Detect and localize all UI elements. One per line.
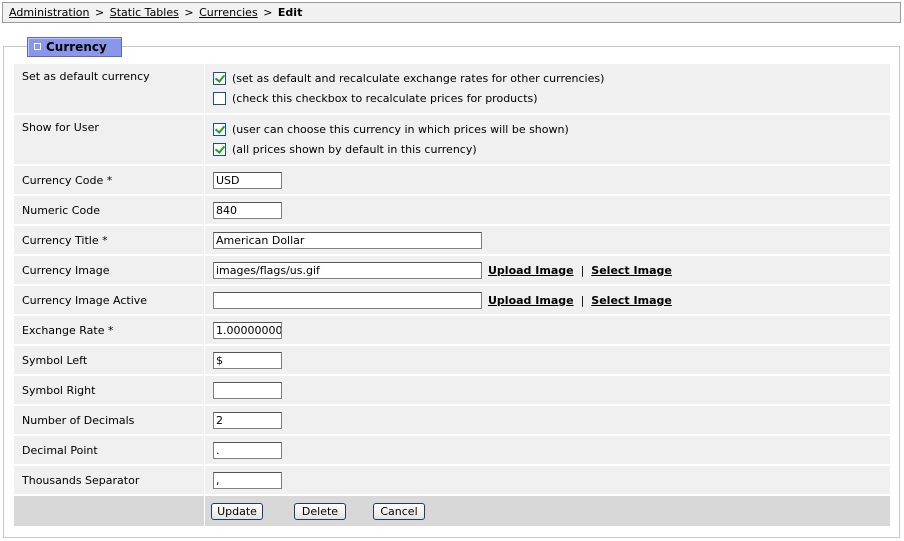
breadcrumb-separator: > [95,6,105,19]
update-button[interactable]: Update [211,503,263,520]
row-symbol-left: Symbol Left $ [14,346,890,374]
label-symbol-left: Symbol Left [14,346,204,374]
label-numeric-code: Numeric Code [14,196,204,224]
checkbox-set-default-text: (set as default and recalculate exchange… [232,72,605,85]
symbol-left-input[interactable]: $ [213,351,282,369]
checkbox-default-display-text: (all prices shown by default in this cur… [232,143,477,156]
label-exchange-rate: Exchange Rate * [14,316,204,344]
numeric-code-input[interactable]: 840 [213,201,282,219]
label-default-currency: Set as default currency [14,64,204,113]
upload-image-link[interactable]: Upload Image [488,264,574,277]
label-currency-image: Currency Image [14,256,204,284]
label-decimal-point: Decimal Point [14,436,204,464]
checkbox-default-display[interactable] [213,143,226,156]
row-symbol-right: Symbol Right [14,376,890,404]
upload-image-active-link[interactable]: Upload Image [488,294,574,307]
breadcrumb-current: Edit [277,6,303,19]
breadcrumb-separator: > [263,6,273,19]
checkbox-set-default[interactable] [213,72,226,85]
thousands-separator-input[interactable]: , [213,471,282,489]
row-decimal-point: Decimal Point . [14,436,890,464]
breadcrumb-currencies[interactable]: Currencies [199,6,258,19]
label-show-for-user: Show for User [14,115,204,164]
section-title: Currency [46,40,107,54]
currency-image-input[interactable]: images/flags/us.gif [213,261,482,279]
delete-button[interactable]: Delete [294,503,346,520]
select-image-active-link[interactable]: Select Image [591,294,672,307]
decimal-point-input[interactable]: . [213,441,282,459]
row-thousands-separator: Thousands Separator , [14,466,890,494]
checkbox-user-can-choose-text: (user can choose this currency in which … [232,123,569,136]
section-tab-currency: Currency [27,37,122,57]
symbol-right-input[interactable] [213,381,282,399]
label-number-of-decimals: Number of Decimals [14,406,204,434]
label-currency-code: Currency Code * [14,166,204,194]
row-currency-image: Currency Image images/flags/us.gif Uploa… [14,256,890,284]
row-currency-image-active: Currency Image Active Upload Image | Sel… [14,286,890,314]
row-currency-title: Currency Title * American Dollar [14,226,890,254]
breadcrumb-separator: > [184,6,194,19]
checkbox-user-can-choose[interactable] [213,123,226,136]
breadcrumb-administration[interactable]: Administration [9,6,90,19]
square-icon [34,43,41,50]
number-of-decimals-input[interactable]: 2 [213,411,282,429]
breadcrumb-static-tables[interactable]: Static Tables [110,6,179,19]
label-thousands-separator: Thousands Separator [14,466,204,494]
link-divider: | [580,293,585,307]
exchange-rate-input[interactable]: 1.00000000 [213,321,282,339]
breadcrumb: Administration > Static Tables > Currenc… [2,2,901,23]
label-currency-title: Currency Title * [14,226,204,254]
link-divider: | [580,263,585,277]
row-show-for-user: Show for User (user can choose this curr… [14,115,890,164]
label-currency-image-active: Currency Image Active [14,286,204,314]
checkbox-recalculate-prices-text: (check this checkbox to recalculate pric… [232,92,538,105]
select-image-link[interactable]: Select Image [591,264,672,277]
cancel-button[interactable]: Cancel [373,503,425,520]
row-numeric-code: Numeric Code 840 [14,196,890,224]
currency-code-input[interactable]: USD [213,171,282,189]
currency-title-input[interactable]: American Dollar [213,231,482,249]
row-currency-code: Currency Code * USD [14,166,890,194]
button-bar: Update Delete Cancel [14,496,890,526]
label-symbol-right: Symbol Right [14,376,204,404]
row-exchange-rate: Exchange Rate * 1.00000000 [14,316,890,344]
row-default-currency: Set as default currency (set as default … [14,64,890,113]
currency-image-active-input[interactable] [213,291,482,309]
row-number-of-decimals: Number of Decimals 2 [14,406,890,434]
checkbox-recalculate-prices[interactable] [213,92,226,105]
